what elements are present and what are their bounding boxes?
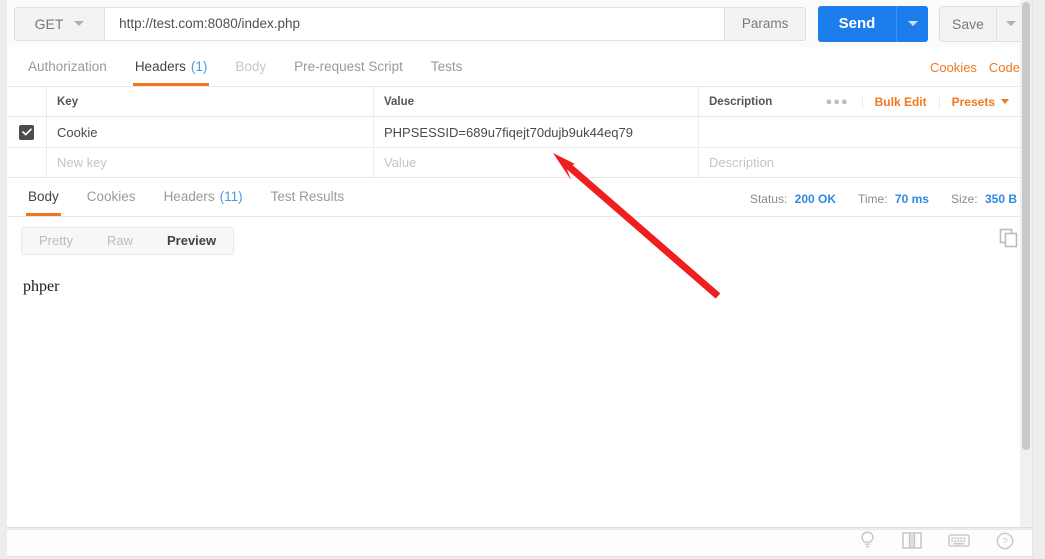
request-url-bar: GET http://test.com:8080/index.php Param… — [7, 0, 1032, 47]
row-checkbox-cell — [7, 117, 47, 147]
size-value: 350 B — [984, 192, 1017, 206]
response-tab-cookies[interactable]: Cookies — [73, 176, 150, 216]
row-value-text: PHPSESSID=689u7fiqejt70dujb9uk44eq79 — [384, 124, 633, 140]
cookies-link[interactable]: Cookies — [930, 60, 977, 75]
chevron-down-icon — [1006, 21, 1016, 26]
view-mode-pretty[interactable]: Pretty — [22, 228, 90, 254]
time-label: Time: — [858, 192, 888, 206]
url-input[interactable]: http://test.com:8080/index.php — [104, 6, 726, 41]
column-header-key: Key — [47, 87, 374, 116]
table-new-row: New key Value Description — [7, 148, 1032, 178]
tab-count: (1) — [190, 58, 208, 74]
view-mode-raw[interactable]: Raw — [90, 228, 150, 254]
response-tab-test-results[interactable]: Test Results — [257, 176, 359, 216]
params-button[interactable]: Params — [725, 6, 806, 41]
response-tabs: Body Cookies Headers (11) Test Results S… — [7, 180, 1032, 217]
tab-label: Cookies — [86, 188, 136, 204]
help-circle-icon[interactable]: ? — [996, 532, 1014, 555]
row-checkbox[interactable] — [19, 124, 34, 140]
two-pane-layout-icon[interactable] — [902, 532, 922, 554]
new-row-value-placeholder: Value — [384, 155, 417, 170]
ellipsis-icon[interactable]: ●●● — [813, 96, 862, 108]
status-badge: Status: 200 OK — [750, 192, 836, 206]
presets-button[interactable]: Presets — [938, 94, 1021, 109]
chevron-down-icon — [907, 21, 918, 26]
keyboard-icon[interactable] — [948, 533, 970, 553]
tab-label: Headers — [163, 188, 215, 204]
send-button-group: Send — [818, 5, 928, 42]
header-checkbox-col — [7, 87, 47, 116]
chevron-down-icon — [1001, 99, 1009, 104]
send-options-button[interactable] — [896, 5, 928, 42]
new-row-checkbox-cell — [7, 148, 47, 177]
postman-window: GET http://test.com:8080/index.php Param… — [0, 0, 1045, 559]
chevron-down-icon — [74, 21, 85, 26]
tab-count: (11) — [219, 188, 243, 204]
main-panel: GET http://test.com:8080/index.php Param… — [7, 0, 1033, 528]
tab-label: Pre-request Script — [294, 58, 403, 74]
copy-icon[interactable] — [999, 228, 1019, 253]
http-method-label: GET — [34, 15, 64, 32]
vertical-scrollbar[interactable] — [1020, 0, 1032, 527]
tab-label: Body — [28, 188, 59, 204]
code-link[interactable]: Code — [989, 60, 1020, 75]
tab-label: Tests — [430, 58, 463, 74]
tab-pre-request-script[interactable]: Pre-request Script — [280, 46, 417, 86]
tab-authorization[interactable]: Authorization — [14, 46, 121, 86]
column-header-description-label: Description — [709, 95, 773, 108]
request-tabs: Authorization Headers (1) Body Pre-reque… — [7, 46, 1032, 87]
tab-label: Headers — [134, 58, 186, 74]
row-key-input[interactable]: Cookie — [47, 117, 374, 147]
time-badge: Time: 70 ms — [858, 192, 929, 206]
send-button[interactable]: Send — [818, 5, 896, 42]
time-value: 70 ms — [894, 192, 929, 206]
response-meta: Status: 200 OK Time: 70 ms Size: 350 B — [750, 192, 1032, 216]
status-value: 200 OK — [794, 192, 836, 206]
response-body-preview: phper — [7, 264, 1032, 527]
row-value-input[interactable]: PHPSESSID=689u7fiqejt70dujb9uk44eq79 — [374, 117, 699, 147]
save-button-group: Save — [939, 5, 1026, 42]
new-row-key-input[interactable]: New key — [47, 148, 374, 177]
bottom-status-bar: ? — [7, 529, 1033, 557]
new-row-value-input[interactable]: Value — [374, 148, 699, 177]
response-tab-headers[interactable]: Headers (11) — [150, 176, 257, 216]
presets-label: Presets — [951, 94, 995, 109]
table-row: Cookie PHPSESSID=689u7fiqejt70dujb9uk44e… — [7, 117, 1032, 148]
tab-tests[interactable]: Tests — [417, 46, 477, 86]
svg-text:?: ? — [1002, 536, 1007, 547]
save-button[interactable]: Save — [939, 5, 997, 42]
bulk-edit-button[interactable]: Bulk Edit — [861, 94, 939, 109]
response-tab-body[interactable]: Body — [14, 176, 73, 216]
column-header-description: Description ●●● Bulk Edit Presets — [699, 87, 1032, 116]
tab-label: Authorization — [28, 58, 107, 74]
table-header-row: Key Value Description ●●● Bulk Edit Pres… — [7, 87, 1032, 117]
size-badge: Size: 350 B — [951, 192, 1017, 206]
lightbulb-icon[interactable] — [859, 531, 876, 555]
view-mode-preview[interactable]: Preview — [149, 227, 234, 254]
row-key-text: Cookie — [57, 124, 98, 140]
new-row-description-input[interactable]: Description — [699, 148, 1032, 177]
tab-body[interactable]: Body — [221, 46, 280, 86]
new-row-description-placeholder: Description — [709, 155, 775, 170]
http-method-selector[interactable]: GET — [14, 6, 105, 41]
new-row-key-placeholder: New key — [57, 155, 107, 170]
table-actions: ●●● Bulk Edit Presets — [813, 94, 1032, 109]
response-body-toolbar: Pretty Raw Preview — [7, 217, 1032, 264]
size-label: Size: — [950, 192, 978, 206]
tab-label: Test Results — [270, 188, 345, 204]
headers-table: Key Value Description ●●● Bulk Edit Pres… — [7, 87, 1032, 178]
request-tabs-links: Cookies Code — [930, 60, 1032, 86]
status-label: Status: — [749, 192, 788, 206]
response-view-mode-group: Pretty Raw Preview — [21, 226, 235, 255]
row-description-input[interactable] — [699, 117, 1032, 147]
url-text: http://test.com:8080/index.php — [119, 16, 301, 31]
response-body-text: phper — [23, 278, 60, 295]
scrollbar-thumb[interactable] — [1022, 2, 1030, 450]
column-header-value: Value — [374, 87, 699, 116]
tab-headers[interactable]: Headers (1) — [121, 46, 222, 86]
tab-label: Body — [235, 58, 267, 74]
